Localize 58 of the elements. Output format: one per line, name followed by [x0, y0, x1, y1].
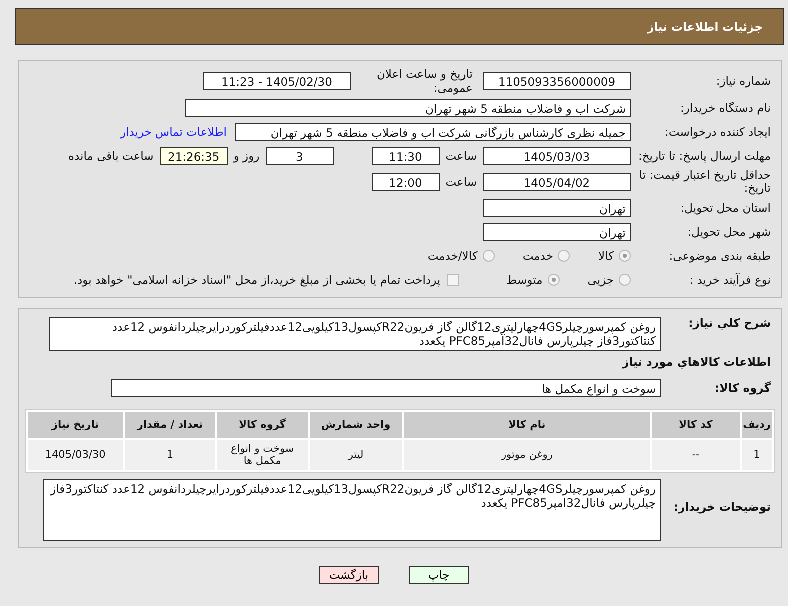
print-button[interactable]: چاپ	[409, 566, 469, 584]
column-header: تاریخ نیاز	[28, 412, 124, 438]
column-header: نام کالا	[404, 412, 650, 438]
field-label: طبقه بندی موضوعی:	[668, 250, 771, 262]
buyer-name-field: شرکت اب و فاضلاب منطقه 5 شهر تهران	[185, 99, 631, 117]
deadline-date-field: 1405/03/03	[483, 147, 631, 165]
table-cell: سوخت و انواع مکمل ها	[217, 440, 308, 470]
province-field: تهران	[483, 199, 631, 217]
field-label: استان محل تحویل:	[680, 202, 771, 214]
remaining-label: ساعت باقی مانده	[68, 149, 154, 163]
field-label: گروه کالا:	[714, 382, 771, 394]
column-header: کد کالا	[652, 412, 740, 438]
process-radio[interactable]: متوسط	[506, 273, 560, 287]
field-label: نام دستگاه خریدار:	[679, 102, 771, 114]
column-header: گروه کالا	[217, 412, 308, 438]
field-label: توضیحات خریدار:	[672, 501, 771, 514]
field-label: تاریخ و ساعت اعلان عمومی:	[376, 67, 473, 95]
validity-date-field: 1405/04/02	[483, 173, 631, 191]
field-label: ایجاد کننده درخواست:	[664, 126, 771, 138]
time-label: ساعت	[446, 149, 477, 163]
deadline-time-field: 11:30	[372, 147, 440, 165]
days-label: روز و	[234, 149, 260, 163]
column-header: ردیف	[742, 412, 772, 438]
payment-checkbox[interactable]	[446, 274, 459, 286]
validity-time-field: 12:00	[372, 173, 440, 191]
goods-group-field: سوخت و انواع مکمل ها	[111, 379, 661, 397]
table-cell: 1	[742, 440, 772, 470]
city-field: تهران	[483, 223, 631, 241]
announce-date-field: 1405/02/30 - 11:23	[203, 72, 351, 90]
remaining-time-field: 21:26:35	[160, 147, 228, 165]
days-field: 3	[266, 147, 334, 165]
column-header: واحد شمارش	[310, 412, 402, 438]
column-header: تعداد / مقدار	[125, 412, 216, 438]
table-cell: لیتر	[310, 440, 402, 470]
category-radio[interactable]: کالا	[598, 249, 631, 263]
header-title: جزئیات اطلاعات نیاز	[647, 20, 763, 34]
field-label: حداقل تاریخ اعتبار قیمت: تا تاریخ:	[638, 169, 771, 195]
back-button[interactable]: بازگشت	[319, 566, 379, 584]
field-label: شرح کلي نياز:	[688, 317, 771, 330]
buyer-contact-link[interactable]: اطلاعات تماس خریدار	[120, 125, 227, 139]
time-label: ساعت	[446, 175, 477, 189]
field-label: مهلت ارسال پاسخ: تا تاریخ:	[637, 150, 771, 162]
buyer-notes-textarea[interactable]: روغن کمپرسورچیلر4GSچهارلیتری12گالن گاز فریونR22کپسول13کیلویی12عددفیلترکوردرایرچیلردانفوس 12عدد کنتاکتور3فاز چیلرپارس فانال32امپرPFC85 یکعدد	[43, 479, 661, 541]
creator-field: جمیله نظری کارشناس بازرگانی شرکت اب و فاضلاب منطقه 5 شهر تهران	[235, 123, 631, 141]
table-cell: --	[652, 440, 740, 470]
table-cell: 1405/03/30	[28, 440, 124, 470]
process-radio[interactable]: جزیی	[588, 273, 631, 287]
payment-text: پرداخت تمام یا بخشی از مبلغ خرید،از محل "اسناد خزانه اسلامی" خواهد بود.	[74, 273, 441, 287]
field-label: نوع فرآیند خرید :	[688, 274, 771, 286]
category-radio[interactable]: خدمت	[522, 249, 570, 263]
need-number-field: 1105093356000009	[483, 72, 631, 90]
category-radio[interactable]: کالا/خدمت	[428, 249, 495, 263]
summary-textarea[interactable]: روغن کمپرسورچیلر4GSچهارلیتری12گالن گاز فریونR22کپسول13کیلویی12عددفیلترکوردرایرچیلردانفوس 12عدد کنتاکتور3فاز چیلرپارس فانال32آمپرPFC85 یکعدد	[49, 317, 661, 351]
table-cell: روغن موتور	[404, 440, 650, 470]
section-title: اطلاعات کالاهاي مورد نياز	[621, 355, 771, 369]
field-label: شهر محل تحویل:	[686, 226, 771, 238]
table-cell: 1	[125, 440, 216, 470]
field-label: شماره نیاز:	[715, 74, 771, 88]
